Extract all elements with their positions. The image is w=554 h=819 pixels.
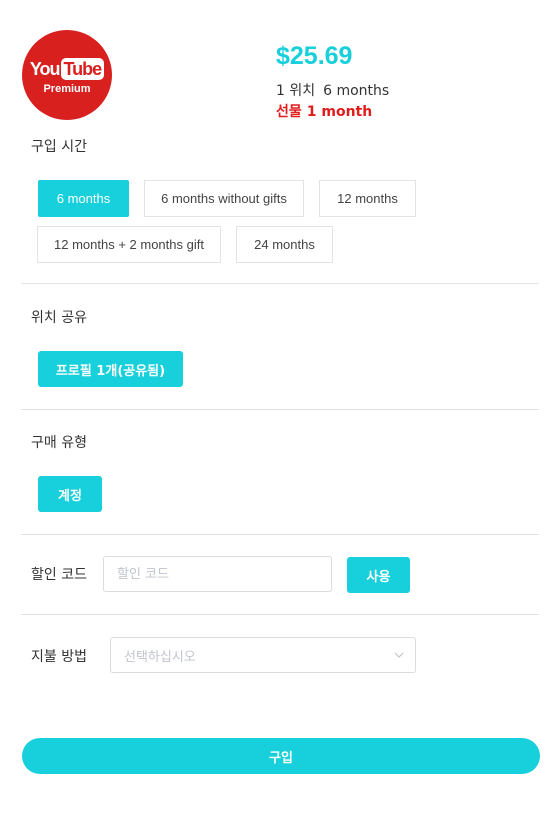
discount-code-input[interactable]	[117, 566, 331, 582]
divider	[21, 614, 539, 615]
payment-method-label: 지불 방법	[31, 649, 87, 665]
gift-label: 선물	[276, 104, 302, 120]
divider	[21, 409, 539, 410]
option-6-months[interactable]: 6 months	[38, 180, 129, 217]
option-account[interactable]: 계정	[38, 476, 102, 512]
logo-premium-text: Premium	[43, 83, 91, 95]
option-6-months-without-gifts[interactable]: 6 months without gifts	[144, 180, 304, 217]
summary-slots: 1 위치	[276, 83, 316, 99]
logo-you-text: You	[29, 58, 61, 79]
divider	[21, 534, 539, 535]
gift-note: 선물 1 month	[276, 101, 372, 121]
buy-button[interactable]: 구입	[22, 738, 540, 774]
payment-method-placeholder: 선택하십시오	[124, 649, 196, 665]
discount-code-label: 할인 코드	[31, 567, 87, 583]
youtube-premium-logo: You Tube Premium	[22, 30, 112, 120]
option-profile-shared[interactable]: 프로필 1개(공유됨)	[38, 351, 183, 387]
logo-wordmark: You Tube	[22, 57, 112, 81]
product-price: $25.69	[276, 42, 353, 70]
selection-summary: 1 위치 6 months	[276, 80, 389, 100]
location-share-label: 위치 공유	[31, 310, 87, 326]
payment-method-select[interactable]: 선택하십시오	[110, 637, 416, 673]
logo-tube-text: Tube	[60, 58, 105, 80]
chevron-down-icon	[394, 652, 404, 658]
purchase-type-label: 구매 유형	[31, 435, 87, 451]
purchase-time-label: 구입 시간	[31, 139, 87, 155]
summary-duration: 6 months	[323, 83, 390, 99]
option-24-months[interactable]: 24 months	[236, 226, 333, 263]
option-12-months-plus-gift[interactable]: 12 months + 2 months gift	[37, 226, 221, 263]
option-12-months[interactable]: 12 months	[319, 180, 416, 217]
gift-value: 1 month	[306, 104, 373, 120]
divider	[21, 283, 539, 284]
discount-code-field[interactable]	[103, 556, 332, 592]
apply-discount-button[interactable]: 사용	[347, 557, 410, 593]
